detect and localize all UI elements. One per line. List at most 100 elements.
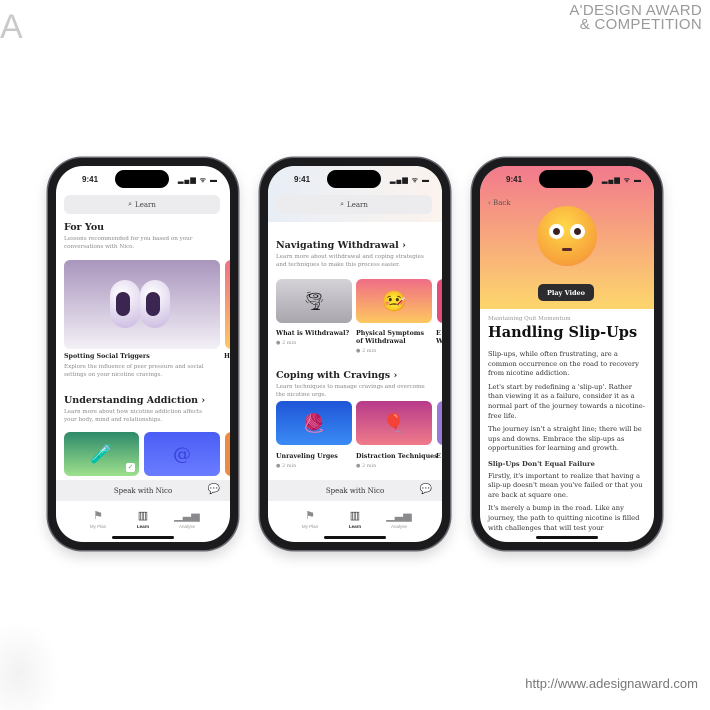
- duration-text: 2 min: [361, 348, 377, 354]
- lesson-card[interactable]: 🎈: [356, 401, 432, 445]
- lesson-card[interactable]: 🌪: [276, 279, 352, 323]
- home-indicator: [536, 536, 598, 539]
- tab-label: Learn: [348, 524, 362, 529]
- brand-line-2: & COMPETITION: [579, 16, 702, 33]
- card-title: Physical Symptoms of Withdrawal: [356, 330, 424, 345]
- search-bar[interactable]: ⌕ Learn: [64, 195, 220, 214]
- duration-text: 2 min: [281, 463, 297, 469]
- lesson-card[interactable]: 🤒: [356, 279, 432, 323]
- subheading: Slip-Ups Don't Equal Failure: [488, 459, 595, 468]
- card-title: Distraction Techniques: [356, 453, 438, 460]
- section-title-text: Understanding Addiction: [64, 395, 199, 406]
- section-desc: Learn more about withdrawal and coping s…: [276, 254, 424, 268]
- books-icon: ▥: [349, 510, 361, 522]
- search-placeholder: Learn: [347, 200, 368, 209]
- lesson-card[interactable]: 🧶: [276, 401, 352, 445]
- check-icon: ✓: [126, 463, 135, 472]
- home-indicator: [324, 536, 386, 539]
- screen: 9:41 ▂▄▆ ᯤ ▬ ‹ Back Play Video Maintaini…: [480, 166, 654, 542]
- speak-with-nico-button[interactable]: Speak with Nico: [268, 480, 442, 501]
- card-duration: ● 2 min: [276, 340, 297, 346]
- chevron-left-icon: ‹: [488, 199, 491, 207]
- paragraph: Slip-ups, while often frustrating, are a…: [488, 350, 639, 378]
- lesson-card-peek[interactable]: [437, 401, 442, 445]
- card-duration: ● 2 min: [356, 463, 377, 469]
- duration-text: 2 min: [361, 463, 377, 469]
- sick-face-icon: 🤒: [381, 289, 407, 313]
- tab-my-plan[interactable]: ⚑ My Plan: [290, 509, 330, 529]
- card-title: What is Withdrawal?: [276, 330, 350, 337]
- award-logo: A: [0, 8, 23, 46]
- status-icons: ▂▄▆ ᯤ ▬: [177, 177, 218, 184]
- card-title: Spotting Social Triggers: [64, 353, 150, 360]
- lesson-card-peek[interactable]: [225, 260, 230, 349]
- section-title-withdrawal[interactable]: Navigating Withdrawal ›: [276, 240, 406, 251]
- tab-label: My Plan: [89, 524, 107, 529]
- flag-icon: ⚑: [305, 510, 315, 522]
- back-label: Back: [493, 199, 511, 207]
- section-desc: Learn techniques to manage cravings and …: [276, 384, 425, 398]
- peek-title: E: [436, 453, 441, 460]
- home-indicator: [112, 536, 174, 539]
- lesson-card-spiral[interactable]: @: [144, 432, 220, 476]
- lesson-card-peek[interactable]: [225, 432, 230, 476]
- status-icons: ▂▄▆ ᯤ ▬: [389, 177, 430, 184]
- chat-bubbles-icon[interactable]: 💬: [420, 484, 432, 495]
- spiral-icon: @: [173, 443, 191, 465]
- dynamic-island: [327, 170, 381, 188]
- chat-bubbles-icon[interactable]: 💬: [208, 484, 220, 495]
- tab-learn[interactable]: ▥ Learn: [123, 509, 163, 529]
- yarn-ball-icon: 🧶: [302, 412, 326, 434]
- section-title-understanding[interactable]: Understanding Addiction ›: [64, 395, 205, 406]
- tab-learn[interactable]: ▥ Learn: [335, 509, 375, 529]
- tab-my-plan[interactable]: ⚑ My Plan: [78, 509, 118, 529]
- lesson-title: Handling Slip-Ups: [488, 324, 638, 341]
- search-bar[interactable]: ⌕ Learn: [276, 195, 432, 214]
- website-url[interactable]: http://www.adesignaward.com: [525, 676, 698, 691]
- paragraph: Let's start by redefining a 'slip-up'. R…: [488, 382, 646, 420]
- chevron-right-icon: ›: [393, 370, 398, 381]
- tab-analyse[interactable]: ▁▃▅ Analyse: [167, 509, 207, 529]
- balloon-icon: 🎈: [382, 412, 406, 434]
- card-desc: Explore the influence of peer pressure a…: [64, 364, 204, 378]
- play-video-label: Play Video: [546, 288, 586, 297]
- card-duration: ● 2 min: [356, 348, 377, 354]
- tab-label: Analyse: [178, 524, 195, 529]
- eye-illustration: [140, 280, 170, 328]
- status-time: 9:41: [506, 175, 523, 184]
- search-placeholder: Learn: [135, 200, 156, 209]
- section-title-text: Coping with Cravings: [276, 370, 391, 381]
- speak-with-nico-button[interactable]: Speak with Nico: [56, 480, 230, 501]
- tab-analyse[interactable]: ▁▃▅ Analyse: [379, 509, 419, 529]
- tab-label: Learn: [136, 524, 150, 529]
- speak-label: Speak with Nico: [113, 486, 173, 495]
- lesson-card-peek[interactable]: [437, 279, 442, 323]
- bar-chart-icon: ▁▃▅: [174, 510, 200, 522]
- tab-label: My Plan: [301, 524, 319, 529]
- back-button[interactable]: ‹ Back: [488, 199, 511, 207]
- flag-icon: ⚑: [93, 510, 103, 522]
- tab-label: Analyse: [390, 524, 407, 529]
- lesson-card-social-triggers[interactable]: [64, 260, 220, 349]
- lesson-category: Maintaining Quit Momentum: [488, 316, 571, 322]
- watermark: [0, 620, 60, 710]
- peek-title: H: [224, 353, 230, 360]
- card-title: Unraveling Urges: [276, 453, 338, 460]
- play-video-button[interactable]: Play Video: [538, 284, 594, 301]
- test-tube-icon: 🧪: [90, 443, 113, 465]
- paragraph: It's merely a bump in the road. Like any…: [488, 504, 640, 532]
- speak-label: Speak with Nico: [325, 486, 385, 495]
- paragraph: Firstly, it's important to realize that …: [488, 471, 643, 499]
- status-time: 9:41: [82, 175, 99, 184]
- section-desc: Lessons recommended for you based on you…: [64, 236, 193, 250]
- status-time: 9:41: [294, 175, 311, 184]
- dynamic-island: [115, 170, 169, 188]
- duration-text: 2 min: [281, 340, 297, 346]
- screen: 9:41 ▂▄▆ ᯤ ▬ ⌕ Learn Navigating Withdrawa…: [268, 166, 442, 542]
- card-duration: ● 2 min: [276, 463, 297, 469]
- chevron-right-icon: ›: [402, 240, 406, 251]
- search-icon: ⌕: [128, 200, 133, 208]
- lesson-card-test-tube[interactable]: 🧪 ✓: [64, 432, 139, 476]
- phone-lesson-detail: 9:41 ▂▄▆ ᯤ ▬ ‹ Back Play Video Maintaini…: [472, 158, 662, 550]
- section-title-cravings[interactable]: Coping with Cravings ›: [276, 370, 397, 381]
